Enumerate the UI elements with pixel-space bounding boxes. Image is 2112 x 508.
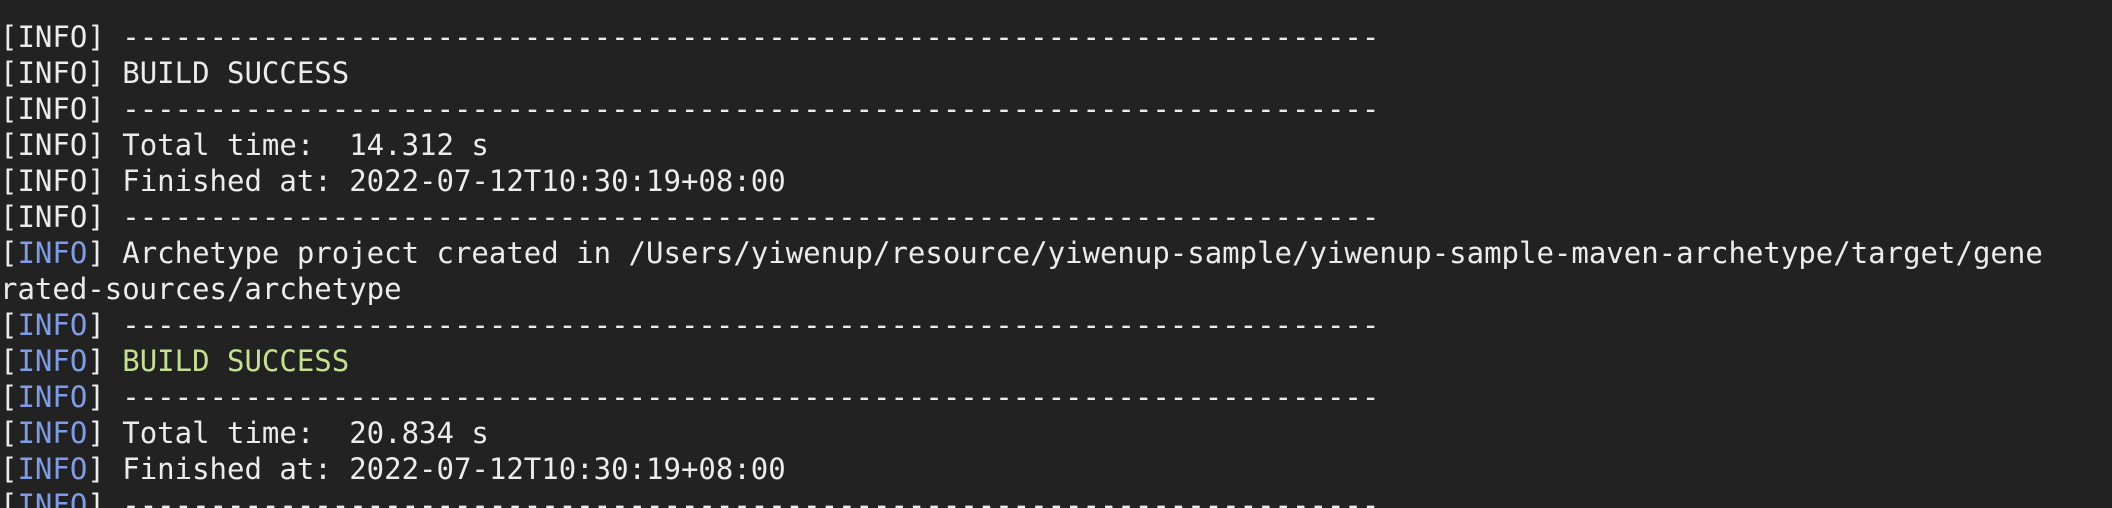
log-message: Finished at: 2022-07-12T10:30:19+08:00 — [122, 164, 786, 198]
log-level-bracket-open: [ — [0, 488, 18, 508]
log-message: BUILD SUCCESS — [122, 56, 350, 90]
log-level-bracket-close: ] — [87, 20, 123, 54]
terminal-line: rated-sources/archetype — [0, 271, 2112, 307]
log-level-bracket-close: ] — [87, 452, 123, 486]
log-message: Finished at: 2022-07-12T10:30:19+08:00 — [122, 452, 786, 486]
log-level-bracket-close: ] — [87, 416, 123, 450]
log-level: INFO — [17, 20, 88, 54]
log-level-bracket-close: ] — [87, 200, 123, 234]
log-level-bracket-open: [ — [0, 416, 18, 450]
log-level: INFO — [17, 164, 88, 198]
log-level-bracket-close: ] — [87, 92, 123, 126]
terminal-line: [INFO] Finished at: 2022-07-12T10:30:19+… — [0, 163, 2112, 199]
log-level: INFO — [17, 344, 88, 378]
terminal-line: [INFO] ---------------------------------… — [0, 487, 2112, 508]
log-message: ----------------------------------------… — [122, 380, 1380, 414]
log-level-bracket-open: [ — [0, 308, 18, 342]
log-message: ----------------------------------------… — [122, 488, 1380, 508]
log-level-bracket-open: [ — [0, 92, 18, 126]
log-level-bracket-open: [ — [0, 200, 18, 234]
terminal-line: [INFO] BUILD SUCCESS — [0, 343, 2112, 379]
log-level-bracket-close: ] — [87, 488, 123, 508]
log-message: Total time: 14.312 s — [122, 128, 489, 162]
build-success-message: BUILD SUCCESS — [122, 344, 350, 378]
log-level: INFO — [17, 92, 88, 126]
log-level-bracket-close: ] — [87, 380, 123, 414]
log-level-bracket-open: [ — [0, 380, 18, 414]
log-level: INFO — [17, 380, 88, 414]
log-level-bracket-open: [ — [0, 56, 18, 90]
log-level: INFO — [17, 128, 88, 162]
log-level: INFO — [17, 488, 88, 508]
log-level-bracket-close: ] — [87, 308, 123, 342]
log-message: ----------------------------------------… — [122, 20, 1380, 54]
terminal-line: [INFO] ---------------------------------… — [0, 199, 2112, 235]
log-level-bracket-open: [ — [0, 236, 18, 270]
terminal-line: [INFO] Total time: 20.834 s — [0, 415, 2112, 451]
log-level: INFO — [17, 236, 88, 270]
log-level-bracket-open: [ — [0, 128, 18, 162]
terminal-line: [INFO] ---------------------------------… — [0, 91, 2112, 127]
terminal-window[interactable]: [ ] [ ] [ ] [ ] [ ] [ ] [ ] [ ][INFO] --… — [0, 0, 2112, 508]
terminal-line: [INFO] Total time: 14.312 s — [0, 127, 2112, 163]
terminal-output: [ ] [ ] [ ] [ ] [ ] [ ] [ ] [ ][INFO] --… — [0, 0, 2112, 508]
terminal-line: [INFO] ---------------------------------… — [0, 379, 2112, 415]
log-level: INFO — [17, 200, 88, 234]
log-level-bracket-close: ] — [87, 236, 123, 270]
terminal-line: [INFO] BUILD SUCCESS — [0, 55, 2112, 91]
log-message: ----------------------------------------… — [122, 308, 1380, 342]
log-message: ----------------------------------------… — [122, 92, 1380, 126]
log-level-bracket-open: [ — [0, 344, 18, 378]
log-level-bracket-close: ] — [87, 56, 123, 90]
log-message: rated-sources/archetype — [0, 272, 402, 306]
terminal-line: [INFO] Archetype project created in /Use… — [0, 235, 2112, 271]
log-level-bracket-open: [ — [0, 452, 18, 486]
log-level: INFO — [17, 308, 88, 342]
log-message: Total time: 20.834 s — [122, 416, 489, 450]
log-level-bracket-close: ] — [87, 164, 123, 198]
log-level-bracket-open: [ — [0, 164, 18, 198]
terminal-line: [INFO] ---------------------------------… — [0, 19, 2112, 55]
terminal-line: [INFO] Finished at: 2022-07-12T10:30:19+… — [0, 451, 2112, 487]
log-message: ----------------------------------------… — [122, 200, 1380, 234]
log-level-bracket-close: ] — [87, 344, 123, 378]
log-level-bracket-open: [ — [0, 20, 18, 54]
log-level-bracket-close: ] — [87, 128, 123, 162]
terminal-line: [INFO] ---------------------------------… — [0, 307, 2112, 343]
log-message: Archetype project created in /Users/yiwe… — [122, 236, 2043, 270]
log-level: INFO — [17, 56, 88, 90]
log-level: INFO — [17, 416, 88, 450]
log-level: INFO — [17, 452, 88, 486]
